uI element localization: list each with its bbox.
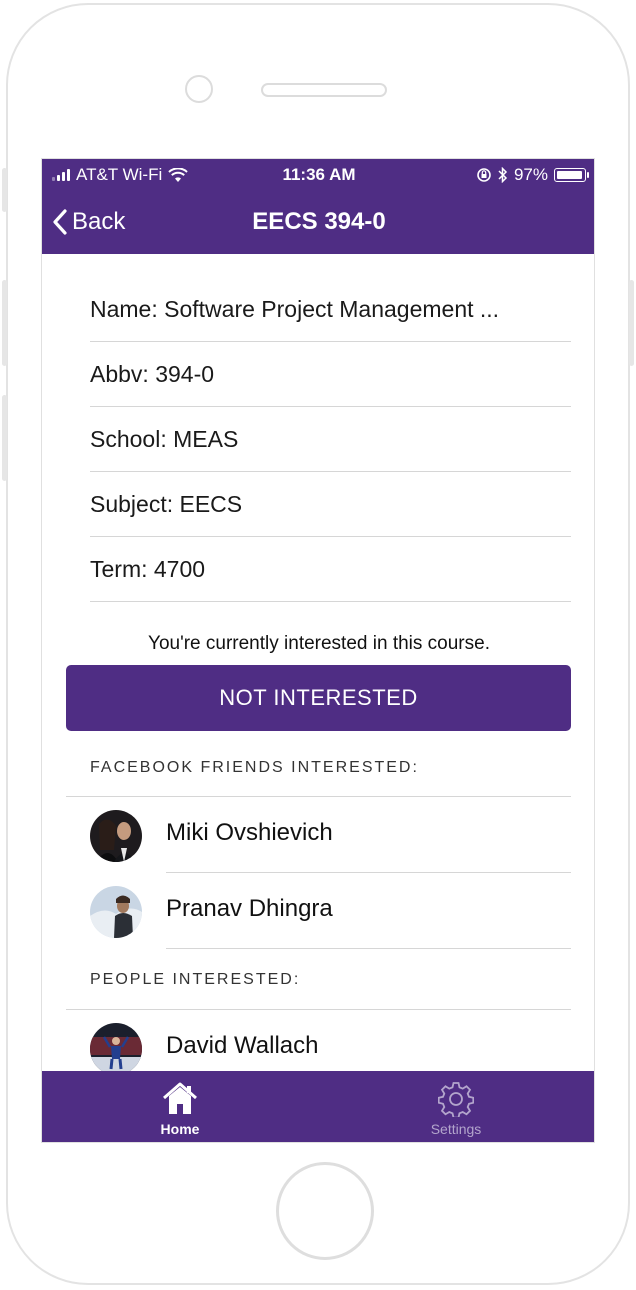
volume-up-button	[2, 280, 7, 366]
home-icon	[163, 1082, 197, 1114]
gear-icon	[438, 1082, 474, 1117]
divider	[166, 948, 571, 949]
people-section-header: PEOPLE INTERESTED:	[90, 971, 301, 988]
tab-settings-label: Settings	[430, 1121, 482, 1137]
list-item[interactable]: Miki Ovshievich	[90, 797, 571, 873]
tab-bar: Home Settings	[42, 1071, 594, 1142]
power-button	[629, 280, 634, 366]
tab-settings[interactable]: Settings	[386, 1071, 526, 1142]
course-school-row: School: MEAS	[90, 407, 571, 472]
earpiece-speaker	[261, 83, 387, 97]
navigation-bar: Back EECS 394-0	[42, 191, 594, 254]
list-item[interactable]: Pranav Dhingra	[90, 873, 571, 949]
bluetooth-icon	[498, 167, 508, 183]
course-subject-row: Subject: EECS	[90, 472, 571, 537]
avatar	[90, 1023, 142, 1075]
course-abbv-row: Abbv: 394-0	[90, 342, 571, 407]
tab-home[interactable]: Home	[110, 1071, 250, 1142]
orientation-lock-icon	[477, 168, 491, 182]
status-bar: AT&T Wi-Fi 11:36 AM 97%	[42, 159, 594, 191]
avatar	[90, 886, 142, 938]
person-name: Miki Ovshievich	[166, 819, 333, 846]
interest-status-text: You're currently interested in this cour…	[148, 633, 490, 654]
front-camera	[185, 75, 213, 103]
friends-section-header: FACEBOOK FRIENDS INTERESTED:	[90, 759, 419, 776]
mute-switch	[2, 168, 7, 212]
person-name: Pranav Dhingra	[166, 895, 333, 922]
volume-down-button	[2, 395, 7, 481]
course-info-list: Name: Software Project Management ... Ab…	[90, 277, 571, 602]
avatar	[90, 810, 142, 862]
course-name-row: Name: Software Project Management ...	[90, 277, 571, 342]
battery-fill	[556, 170, 582, 179]
status-right: 97%	[476, 165, 589, 185]
course-term-row: Term: 4700	[90, 537, 571, 602]
person-name: David Wallach	[166, 1032, 319, 1059]
tab-home-label: Home	[160, 1121, 200, 1137]
not-interested-button[interactable]: NOT INTERESTED	[66, 665, 571, 731]
page-title: EECS 394-0	[252, 208, 386, 235]
battery-percent: 97%	[513, 165, 548, 184]
app-screen: AT&T Wi-Fi 11:36 AM 97% Back EECS 394-0 …	[41, 158, 595, 1143]
home-hardware-button[interactable]	[276, 1162, 374, 1260]
battery-icon	[554, 168, 589, 182]
